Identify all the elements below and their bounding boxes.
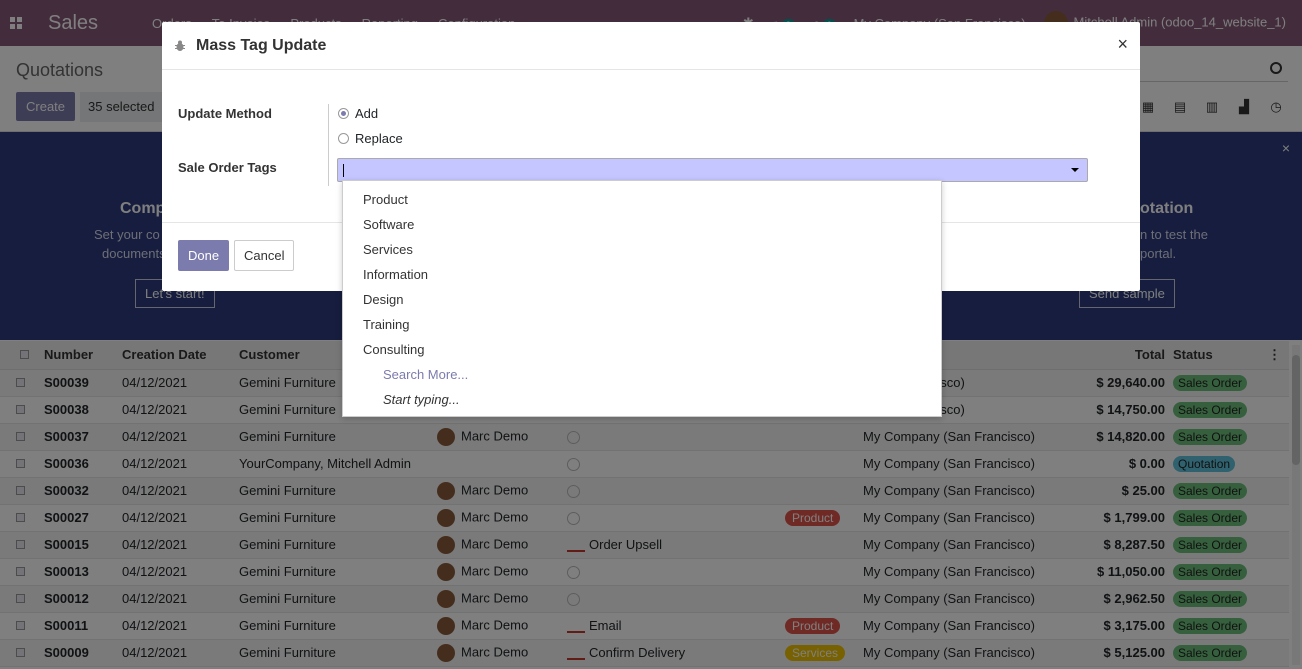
radio-add[interactable]: Add xyxy=(338,106,378,121)
dropdown-item-software[interactable]: Software xyxy=(343,212,941,237)
radio-add-label: Add xyxy=(355,106,379,121)
modal-header: Mass Tag Update xyxy=(162,22,1140,70)
dropdown-item-product[interactable]: Product xyxy=(343,187,941,212)
sale-order-tags-input[interactable] xyxy=(337,158,1088,182)
radio-replace[interactable]: Replace xyxy=(338,131,403,146)
dropdown-start-typing: Start typing... xyxy=(383,392,460,407)
dropdown-item-training[interactable]: Training xyxy=(343,312,941,337)
dropdown-item-design[interactable]: Design xyxy=(343,287,941,312)
radio-replace-button[interactable] xyxy=(338,133,349,144)
sale-order-tags-label: Sale Order Tags xyxy=(178,160,277,175)
dropdown-item-consulting[interactable]: Consulting xyxy=(343,337,941,362)
dropdown-item-information[interactable]: Information xyxy=(343,262,941,287)
field-separator xyxy=(328,104,329,186)
dropdown-item-services[interactable]: Services xyxy=(343,237,941,262)
update-method-label: Update Method xyxy=(178,106,272,121)
cancel-button[interactable]: Cancel xyxy=(234,240,295,271)
bug-icon xyxy=(175,40,185,51)
tags-autocomplete-dropdown: Product Software Services Information De… xyxy=(342,180,942,417)
done-button[interactable]: Done xyxy=(178,240,230,271)
text-caret xyxy=(343,164,344,177)
radio-replace-label: Replace xyxy=(355,131,403,146)
radio-add-button[interactable] xyxy=(338,108,349,119)
chevron-down-icon[interactable] xyxy=(1071,168,1079,172)
dropdown-search-more[interactable]: Search More... xyxy=(343,362,941,387)
modal-title: Mass Tag Update xyxy=(196,36,327,54)
close-icon[interactable]: × xyxy=(1117,34,1128,55)
